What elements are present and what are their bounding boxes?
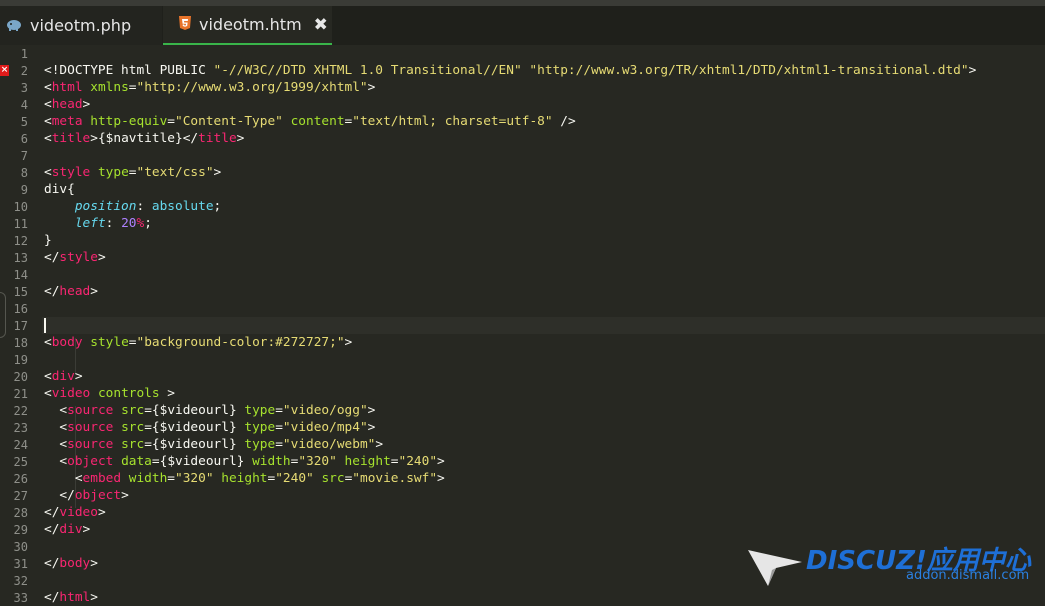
line-number: 27 xyxy=(13,489,28,503)
line-number: 12 xyxy=(13,234,28,248)
discuz-watermark: DISCUZ!应用中心 addon.dismall.com xyxy=(746,536,1036,592)
line-number: 29 xyxy=(13,523,28,537)
tab-label: videotm.php xyxy=(30,16,132,35)
code-line-31: </body> xyxy=(44,556,98,571)
tab-videotm-htm[interactable]: videotm.htm ✖ xyxy=(163,6,332,45)
line-number: 22 xyxy=(13,404,28,418)
code-line-4: <head> xyxy=(44,97,91,112)
line-number: 7 xyxy=(20,149,28,163)
line-number: 19 xyxy=(13,353,28,367)
line-number: 8 xyxy=(20,166,28,180)
code-line-2: <!DOCTYPE html PUBLIC "-//W3C//DTD XHTML… xyxy=(44,63,977,78)
code-line-9: div{ xyxy=(44,182,75,197)
line-number: 10 xyxy=(13,200,28,214)
line-number: 33 xyxy=(13,591,28,605)
code-line-12: } xyxy=(44,233,52,248)
code-line-15: </head> xyxy=(44,284,98,299)
code-line-27: </object> xyxy=(44,488,129,503)
line-number: 3 xyxy=(20,81,28,95)
line-number: 13 xyxy=(13,251,28,265)
watermark-url: addon.dismall.com xyxy=(906,568,1030,583)
line-number: 5 xyxy=(20,115,28,129)
code-line-22: <source src={$videourl} type="video/ogg"… xyxy=(44,403,376,418)
tab-label: videotm.htm xyxy=(199,15,302,34)
line-number: 6 xyxy=(20,132,28,146)
line-number: 25 xyxy=(13,455,28,469)
code-line-11: left: 20%; xyxy=(74,216,152,231)
code-line-20: <div> xyxy=(44,369,83,384)
code-line-3: <html xmlns="http://www.w3.org/1999/xhtm… xyxy=(44,80,376,95)
line-number: 23 xyxy=(13,421,28,435)
line-number: 30 xyxy=(13,540,28,554)
php-elephant-icon xyxy=(6,16,22,35)
text-caret xyxy=(44,318,46,333)
current-line-highlight xyxy=(42,317,1045,334)
html5-icon xyxy=(179,15,191,34)
line-number: 20 xyxy=(13,370,28,384)
code-line-29: </div> xyxy=(44,522,91,537)
line-number: 4 xyxy=(20,98,28,112)
line-number: 9 xyxy=(20,183,28,197)
code-line-28: </video> xyxy=(44,505,106,520)
code-editor[interactable]: × 1 2 3 4 5 6 7 8 9 10 11 12 13 14 15 16 17 18 19 20 21 22 23 2… xyxy=(0,45,1045,605)
code-line-26: <embed width="320" height="240" src="mov… xyxy=(44,471,445,486)
code-line-5: <meta http-equiv="Content-Type" content=… xyxy=(44,114,576,129)
code-line-13: </style> xyxy=(44,250,106,265)
code-line-10: position: absolute; xyxy=(74,199,222,214)
line-number: 32 xyxy=(13,574,28,588)
close-tab-icon[interactable]: ✖ xyxy=(314,15,328,35)
fold-handle[interactable] xyxy=(0,292,6,338)
line-number: 28 xyxy=(13,506,28,520)
line-number: 18 xyxy=(13,336,28,350)
code-line-6: <title>{$navtitle}</title> xyxy=(44,131,245,146)
code-line-33: </html> xyxy=(44,590,98,605)
line-number-gutter: × 1 2 3 4 5 6 7 8 9 10 11 12 13 14 15 16 17 18 19 20 21 22 23 2… xyxy=(0,45,40,605)
code-line-21: <video controls > xyxy=(44,386,176,401)
tab-bar: videotm.php videotm.htm ✖ xyxy=(0,6,1045,45)
tab-videotm-php[interactable]: videotm.php xyxy=(0,6,162,45)
code-line-23: <source src={$videourl} type="video/mp4"… xyxy=(44,420,376,435)
line-number: 31 xyxy=(13,557,28,571)
code-line-24: <source src={$videourl} type="video/webm… xyxy=(44,437,384,452)
paper-plane-logo-icon xyxy=(748,550,802,586)
line-number: 14 xyxy=(13,268,28,282)
line-number: 2 xyxy=(20,64,28,78)
code-line-18: <body style="background-color:#272727;"> xyxy=(44,335,353,350)
code-line-8: <style type="text/css"> xyxy=(44,165,222,180)
line-number: 26 xyxy=(13,472,28,486)
code-line-25: <object data={$videourl} width="320" hei… xyxy=(44,454,445,469)
line-number: 24 xyxy=(13,438,28,452)
line-number: 1 xyxy=(20,47,28,61)
line-number: 11 xyxy=(13,217,28,231)
line-number: 21 xyxy=(13,387,28,401)
